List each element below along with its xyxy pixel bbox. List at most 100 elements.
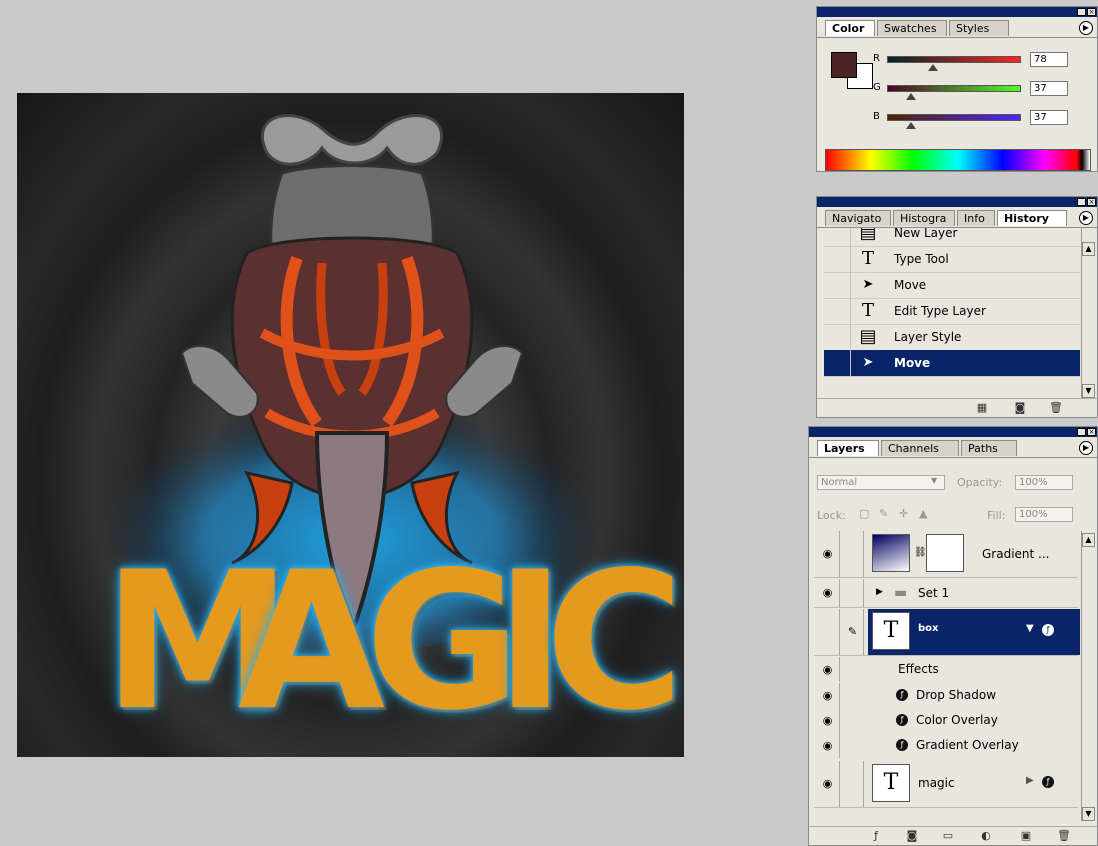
document-canvas[interactable]: M A G I C [17, 93, 684, 757]
effects-toggle-icon[interactable]: ▼ [1026, 623, 1034, 634]
brush-icon[interactable]: ✎ [842, 609, 864, 655]
red-value-field[interactable]: 78 [1030, 52, 1068, 67]
type-icon: T [861, 300, 874, 321]
eye-icon[interactable]: ◉ [816, 761, 840, 807]
layer-row[interactable]: ◉ T magic ▶ ƒ [814, 761, 1078, 808]
trash-icon[interactable]: 🗑 [1049, 401, 1063, 414]
red-slider-thumb[interactable] [928, 64, 938, 71]
history-panel: _ × Navigato Histogra Info History ▶ ▤ N… [816, 196, 1098, 418]
close-button[interactable]: × [1087, 428, 1096, 436]
tab-layers[interactable]: Layers [817, 440, 879, 456]
layers-panel-titlebar[interactable]: _ × [809, 427, 1097, 437]
effect-row[interactable]: ◉ ƒ Color Overlay [814, 708, 1078, 733]
blend-mode-select[interactable]: Normal [817, 475, 945, 490]
blue-slider-thumb[interactable] [906, 122, 916, 129]
lock-all-icon[interactable]: ▲ [919, 507, 927, 520]
history-snapshot-checkbox[interactable] [824, 246, 851, 272]
tab-styles[interactable]: Styles [949, 20, 1009, 36]
eye-icon[interactable]: ◉ [816, 683, 840, 708]
history-snapshot-checkbox[interactable] [824, 298, 851, 324]
eye-hidden-icon[interactable] [816, 609, 840, 655]
effects-header-row[interactable]: ◉ Effects [814, 657, 1078, 682]
tab-info[interactable]: Info [957, 210, 995, 226]
eye-icon[interactable]: ◉ [816, 657, 840, 682]
magic-letter: G [365, 531, 521, 752]
effects-toggle-icon[interactable]: ▶ [1026, 775, 1034, 786]
history-snapshot-checkbox[interactable] [824, 228, 851, 246]
effect-row[interactable]: ◉ ƒ Gradient Overlay [814, 733, 1078, 758]
opacity-field[interactable]: 100% [1015, 475, 1073, 490]
new-document-from-state-icon[interactable]: ▦ [975, 401, 989, 414]
tab-histogram[interactable]: Histogra [893, 210, 955, 226]
fill-field[interactable]: 100% [1015, 507, 1073, 522]
scroll-up-icon[interactable]: ▲ [1082, 242, 1095, 256]
minimize-button[interactable]: _ [1077, 428, 1086, 436]
triangle-right-icon[interactable]: ▶ [876, 587, 883, 597]
new-set-icon[interactable]: ▭ [941, 829, 955, 842]
layers-scrollbar[interactable]: ▲ ▼ [1081, 531, 1095, 821]
panel-menu-icon[interactable]: ▶ [1079, 441, 1093, 455]
tab-swatches[interactable]: Swatches [877, 20, 947, 36]
color-panel-titlebar[interactable]: _ × [817, 7, 1097, 17]
history-item[interactable]: ▤ New Layer [824, 228, 1080, 247]
type-icon: T [861, 248, 874, 269]
type-layer-thumbnail: T [872, 764, 910, 802]
history-item[interactable]: T Edit Type Layer [824, 298, 1080, 325]
layer-row-selected[interactable]: ✎ T box ▼ ƒ [814, 609, 1080, 656]
tab-paths[interactable]: Paths [961, 440, 1017, 456]
link-checkbox[interactable] [842, 579, 864, 607]
new-layer-icon[interactable]: ▣ [1019, 829, 1033, 842]
history-item-selected[interactable]: ➤ Move [824, 350, 1080, 377]
red-slider-track[interactable] [887, 56, 1021, 63]
lock-move-icon[interactable]: ✛ [899, 507, 908, 520]
eye-icon[interactable]: ◉ [816, 708, 840, 733]
effect-row[interactable]: ◉ ƒ Drop Shadow [814, 683, 1078, 708]
type-layer-thumbnail: T [872, 612, 910, 650]
mask-icon[interactable]: ◙ [905, 829, 919, 842]
lock-brush-icon[interactable]: ✎ [879, 507, 888, 520]
panel-menu-icon[interactable]: ▶ [1079, 21, 1093, 35]
history-snapshot-checkbox[interactable] [824, 350, 851, 376]
history-item[interactable]: T Type Tool [824, 246, 1080, 273]
tab-channels[interactable]: Channels [881, 440, 959, 456]
blue-value-field[interactable]: 37 [1030, 110, 1068, 125]
minimize-button[interactable]: _ [1077, 198, 1086, 206]
eye-icon[interactable]: ◉ [816, 733, 840, 758]
history-panel-titlebar[interactable]: _ × [817, 197, 1097, 207]
layer-row[interactable]: ◉ ▶ ▬ Set 1 [814, 579, 1078, 608]
adjustment-layer-icon[interactable]: ◐ [979, 829, 993, 842]
tab-navigator[interactable]: Navigato [825, 210, 891, 226]
history-item[interactable]: ▤ Layer Style [824, 324, 1080, 351]
layer-style-icon[interactable]: ƒ [869, 829, 883, 842]
trash-icon[interactable]: 🗑 [1057, 829, 1071, 842]
layer-row[interactable]: ◉ ⛓ Gradient ... [814, 531, 1078, 578]
close-button[interactable]: × [1087, 198, 1096, 206]
history-snapshot-checkbox[interactable] [824, 272, 851, 298]
tab-history[interactable]: History [997, 210, 1067, 226]
chevron-down-icon[interactable]: ▼ [931, 476, 937, 485]
green-value-field[interactable]: 37 [1030, 81, 1068, 96]
tab-color[interactable]: Color [825, 20, 875, 36]
foreground-color-swatch[interactable] [831, 52, 857, 78]
eye-icon[interactable]: ◉ [816, 531, 840, 577]
history-snapshot-checkbox[interactable] [824, 324, 851, 350]
blue-slider-track[interactable] [887, 114, 1021, 121]
color-spectrum-bar[interactable] [825, 149, 1091, 171]
scroll-down-icon[interactable]: ▼ [1082, 807, 1095, 821]
lock-label: Lock: [817, 509, 846, 522]
minimize-button[interactable]: _ [1077, 8, 1086, 16]
scroll-up-icon[interactable]: ▲ [1082, 533, 1095, 547]
panel-menu-icon[interactable]: ▶ [1079, 211, 1093, 225]
green-slider-track[interactable] [887, 85, 1021, 92]
scroll-down-icon[interactable]: ▼ [1082, 384, 1095, 398]
green-slider-thumb[interactable] [906, 93, 916, 100]
link-checkbox[interactable] [842, 531, 864, 577]
history-scrollbar[interactable]: ▲ ▼ [1081, 228, 1095, 398]
link-checkbox[interactable] [842, 761, 864, 807]
lock-transparency-icon[interactable]: ▢ [859, 507, 869, 520]
close-button[interactable]: × [1087, 8, 1096, 16]
history-item[interactable]: ➤ Move [824, 272, 1080, 299]
eye-icon[interactable]: ◉ [816, 579, 840, 607]
layers-panel: _ × Layers Channels Paths ▶ Normal ▼ Opa… [808, 426, 1098, 846]
camera-icon[interactable]: ◙ [1013, 401, 1027, 414]
